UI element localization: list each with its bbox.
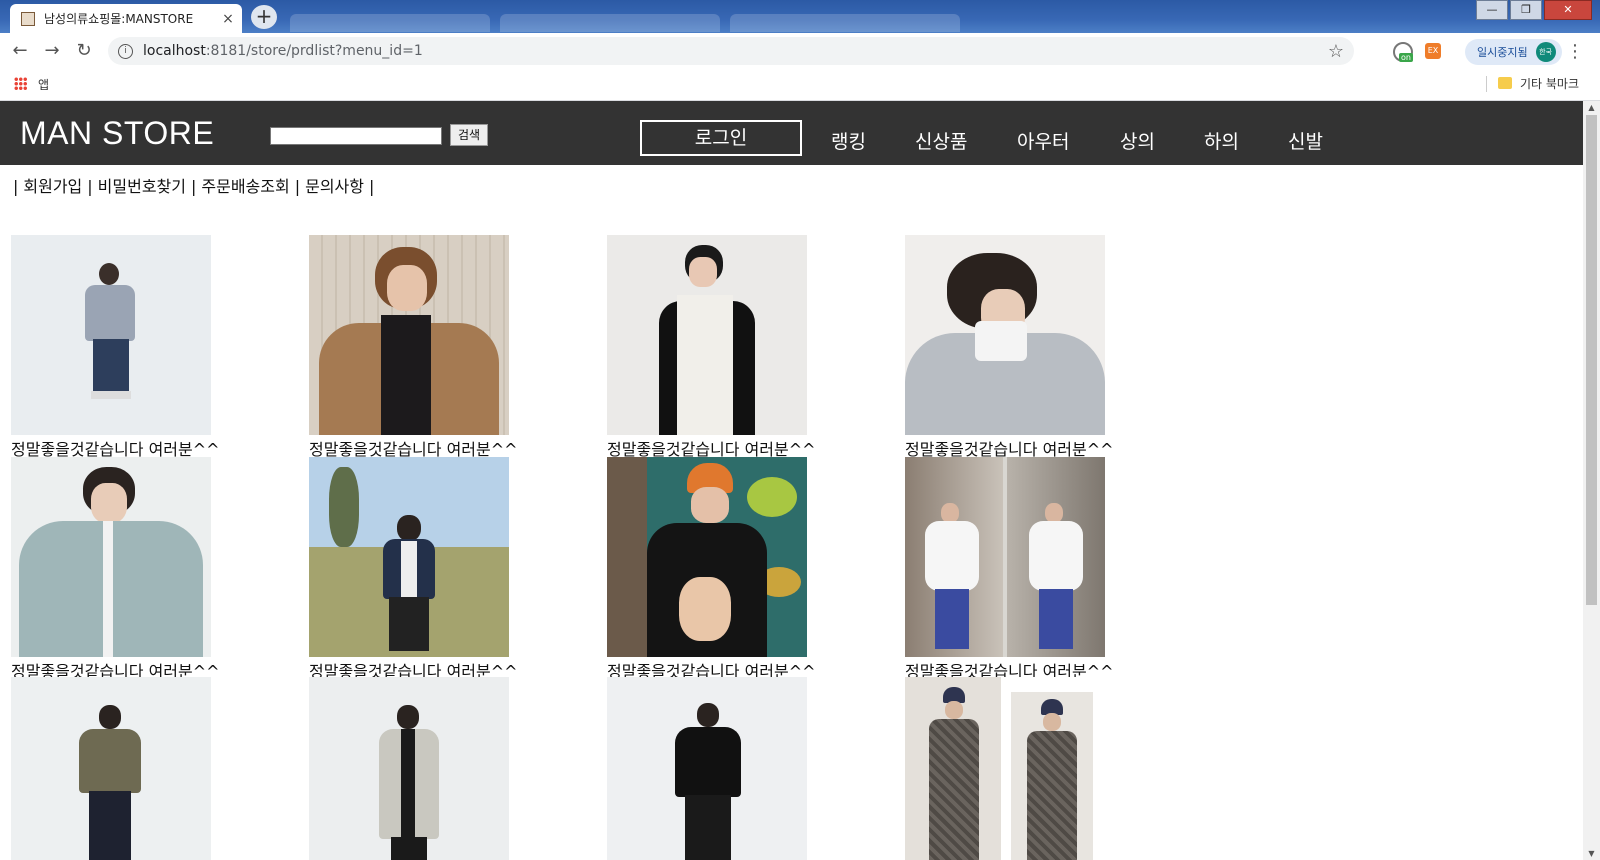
grey-jacket-photo[interactable] [905,235,1105,435]
favicon-icon [21,11,35,26]
subnav-signup[interactable]: 회원가입 [23,177,82,196]
product-card[interactable]: 정말좋을것같습니다 여러분^^ [607,457,907,682]
tab-title: 남성의류쇼핑몰:MANSTORE [44,12,194,26]
nav-bottom[interactable]: 하의 [1204,127,1239,154]
address-bar[interactable]: i localhost:8181/store/prdlist?menu_id=1… [108,37,1354,65]
subnav-separator: | [294,177,301,196]
window-controls: — ❐ ✕ [1476,0,1592,20]
scroll-thumb[interactable] [1586,115,1597,605]
paused-label: 일시중지됨 [1477,46,1528,59]
subnav-inquiry[interactable]: 문의사항 [305,177,364,196]
product-card[interactable]: 정말좋을것같습니다 여러분^^ [11,457,311,682]
url-text[interactable]: localhost:8181/store/prdlist?menu_id=1 [143,43,423,59]
product-card[interactable]: 정말좋을것같습니다 여러분^^ [309,235,609,460]
back-arrow-icon[interactable]: ← [8,39,32,63]
url-host: localhost [143,43,206,59]
search-button[interactable]: 검색 [450,124,489,146]
product-card[interactable] [309,677,609,860]
product-card[interactable] [905,677,1205,860]
other-bookmarks[interactable]: 기타 북마크 [1520,75,1579,92]
product-card[interactable] [11,677,311,860]
white-vest-photo[interactable] [607,235,807,435]
info-icon[interactable]: i [118,43,133,59]
site-logo[interactable]: MAN STORE [20,115,214,152]
more-menu-icon[interactable]: ⋮ [1566,41,1584,62]
check-coat-photo[interactable] [905,677,1105,860]
nav-ranking[interactable]: 랭킹 [831,127,866,154]
khaki-sweater-photo[interactable] [11,677,211,860]
bookmark-star-icon[interactable]: ☆ [1328,41,1344,62]
product-card[interactable]: 정말좋을것같습니다 여러분^^ [905,457,1205,682]
extension-badge: on [1399,53,1413,62]
url-path: :8181/store/prdlist?menu_id=1 [205,43,423,59]
grey-long-coat-photo[interactable] [309,677,509,860]
minimize-icon[interactable]: — [1476,0,1508,20]
black-knit-photo[interactable] [607,677,807,860]
restore-icon[interactable]: ❐ [1510,0,1542,20]
page-viewport: MAN STORE 검색 로그인 랭킹 신상품 아우터 상의 하의 신발 | 회원… [0,101,1583,860]
knit-sweater-photo[interactable] [11,235,211,435]
page-scrollbar[interactable]: ▲ ▼ [1583,101,1600,860]
scroll-down-icon[interactable]: ▼ [1583,849,1600,858]
reload-icon[interactable]: ↻ [72,39,96,63]
avatar: 한국 [1535,42,1556,62]
browser-toolbar: ← → ↻ i localhost:8181/store/prdlist?men… [0,33,1600,69]
subnav-separator: | [369,177,375,196]
white-hoodie-photo[interactable] [905,457,1105,657]
background-tab[interactable] [500,14,720,32]
subnav-find-password[interactable]: 비밀번호찾기 [98,177,186,196]
profile-paused-button[interactable]: 일시중지됨 한국 [1465,39,1562,65]
subnav-separator: | [13,177,19,196]
search-input[interactable] [270,127,442,145]
nav-shoes[interactable]: 신발 [1288,127,1323,154]
product-card[interactable]: 정말좋을것같습니다 여러분^^ [11,235,311,460]
mint-jacket-photo[interactable] [11,457,211,657]
product-card[interactable]: 정말좋을것같습니다 여러분^^ [905,235,1205,460]
bookmarks-bar: 앱 기타 북마크 [0,69,1600,101]
product-card[interactable]: 정말좋을것같습니다 여러분^^ [309,457,609,682]
site-header: MAN STORE 검색 로그인 랭킹 신상품 아우터 상의 하의 신발 [0,101,1583,165]
product-card[interactable] [607,677,907,860]
nav-new-arrivals[interactable]: 신상품 [915,127,967,154]
tab-close-icon[interactable]: × [218,11,238,27]
background-tab[interactable] [290,14,490,32]
apps-grid-icon[interactable] [14,77,27,90]
close-window-icon[interactable]: ✕ [1544,0,1592,20]
product-card[interactable]: 정말좋을것같습니다 여러분^^ [607,235,907,460]
sub-navigation: | 회원가입 | 비밀번호찾기 | 주문배송조회 | 문의사항 | [8,173,379,197]
browser-tab-active[interactable]: 남성의류쇼핑몰:MANSTORE × [10,4,242,33]
divider [1486,76,1487,92]
background-tab[interactable] [730,14,960,32]
subnav-separator: | [191,177,197,196]
nav-outer[interactable]: 아우터 [1017,127,1069,154]
scroll-up-icon[interactable]: ▲ [1583,103,1600,112]
nav-top[interactable]: 상의 [1120,127,1155,154]
denim-jacket-photo[interactable] [309,457,509,657]
login-button[interactable]: 로그인 [640,120,802,156]
subnav-separator: | [87,177,93,196]
camel-coat-photo[interactable] [309,235,509,435]
browser-titlebar: 남성의류쇼핑몰:MANSTORE × + — ❐ ✕ [0,0,1600,33]
folder-icon [1498,77,1512,89]
extension-ex-icon[interactable]: EX [1425,43,1441,59]
graphic-hoodie-photo[interactable] [607,457,807,657]
subnav-order-tracking[interactable]: 주문배송조회 [201,177,289,196]
apps-label[interactable]: 앱 [38,76,49,93]
forward-arrow-icon[interactable]: → [40,39,64,63]
new-tab-button[interactable]: + [251,5,277,29]
